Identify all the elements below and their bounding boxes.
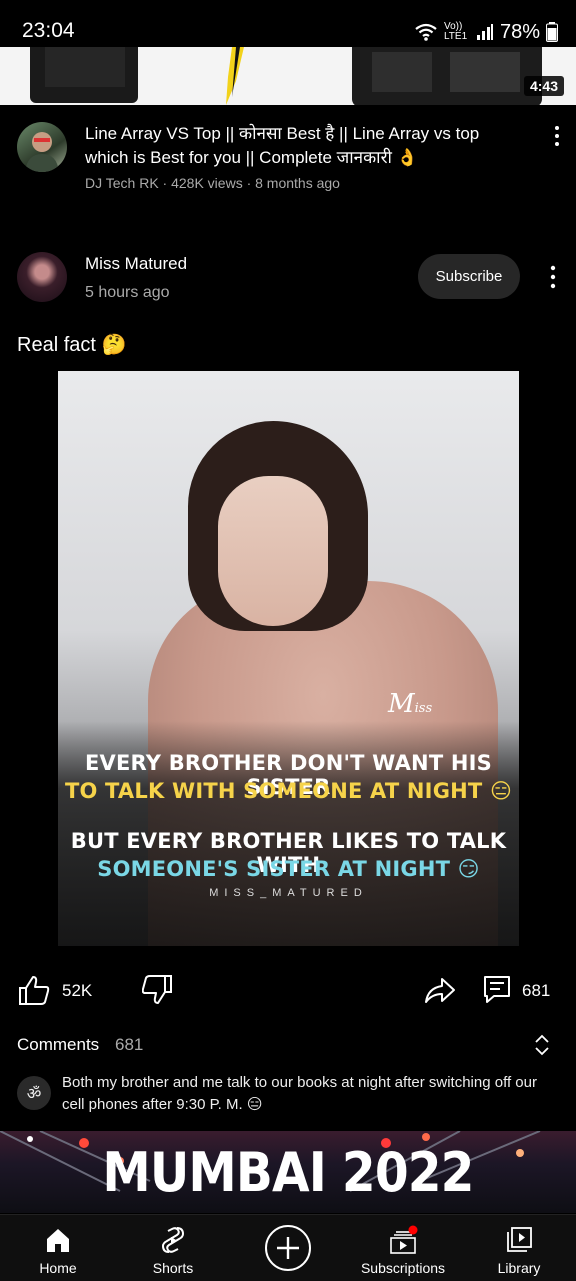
video-thumbnail[interactable] — [0, 47, 576, 105]
speaker-graphic — [30, 47, 542, 105]
nav-subscriptions[interactable]: Subscriptions — [355, 1215, 451, 1281]
author-avatar[interactable] — [17, 252, 67, 302]
network-label: Vo)) LTE1 — [443, 21, 468, 42]
nav-subscriptions-label: Subscriptions — [360, 1260, 446, 1276]
battery-icon — [546, 22, 558, 42]
library-icon — [507, 1227, 532, 1252]
top-comment[interactable]: Both my brother and me talk to our books… — [62, 1072, 552, 1116]
share-icon[interactable] — [424, 976, 456, 1004]
battery-percent: 78% — [499, 20, 540, 43]
banner-text: MUMBAI 2022 — [102, 1141, 474, 1204]
post-image[interactable]: Miss EVERY BROTHER DON'T WANT HIS SISTER… — [58, 371, 519, 946]
nav-shorts[interactable]: Shorts — [143, 1215, 203, 1281]
comments-count: 681 — [115, 1035, 144, 1054]
like-count: 52K — [62, 981, 93, 1000]
like-icon[interactable] — [17, 974, 51, 1006]
post-author[interactable]: Miss Matured — [85, 254, 187, 274]
expand-icon[interactable] — [533, 1034, 551, 1056]
more-vert-icon[interactable] — [544, 264, 562, 290]
comments-title[interactable]: Comments — [17, 1035, 99, 1055]
nav-home[interactable]: Home — [28, 1215, 88, 1281]
brand-logo: Miss — [388, 689, 433, 719]
status-bar: 23:04 Vo)) LTE1 78% — [0, 0, 576, 46]
caption-line-4: SOMEONE'S SISTER AT NIGHT 😏 — [97, 857, 480, 881]
nav-home-label: Home — [39, 1260, 77, 1276]
subscribe-button[interactable]: Subscribe — [418, 254, 520, 299]
status-icons: Vo)) LTE1 78% — [414, 18, 558, 46]
commenter-avatar[interactable]: ॐ — [17, 1076, 51, 1110]
avatar-image — [25, 132, 59, 172]
video-duration: 4:43 — [523, 76, 564, 96]
comment-icon[interactable] — [482, 974, 512, 1004]
home-icon — [47, 1229, 69, 1252]
event-banner[interactable]: MUMBAI 2022 — [0, 1131, 576, 1213]
video-title[interactable]: Line Array VS Top || कोनसा Best है || Li… — [85, 122, 525, 170]
more-vert-icon[interactable] — [548, 124, 566, 148]
comment-count: 681 — [522, 981, 551, 1000]
nav-shorts-label: Shorts — [152, 1260, 194, 1276]
video-meta: DJ Tech RK · 428K views · 8 months ago — [85, 175, 340, 191]
status-time: 23:04 — [22, 19, 75, 42]
nav-create[interactable] — [262, 1215, 314, 1281]
subscriptions-icon — [390, 1225, 418, 1254]
caption-line-2: TO TALK WITH SOMEONE AT NIGHT 😑 — [64, 779, 513, 803]
wifi-icon — [415, 23, 437, 41]
post-time: 5 hours ago — [85, 284, 170, 301]
channel-avatar[interactable] — [17, 122, 67, 172]
nav-library-label: Library — [497, 1260, 541, 1276]
image-watermark: MISS_MATURED — [209, 887, 368, 899]
shorts-icon — [161, 1227, 185, 1253]
dislike-icon[interactable] — [142, 974, 174, 1006]
create-icon — [265, 1225, 311, 1271]
signal-icon — [476, 24, 493, 40]
post-text: Real fact 🤔 — [17, 334, 127, 356]
image-face — [218, 476, 328, 626]
nav-library[interactable]: Library — [488, 1215, 550, 1281]
bottom-nav: Home Shorts Subscriptions Library — [0, 1214, 576, 1281]
